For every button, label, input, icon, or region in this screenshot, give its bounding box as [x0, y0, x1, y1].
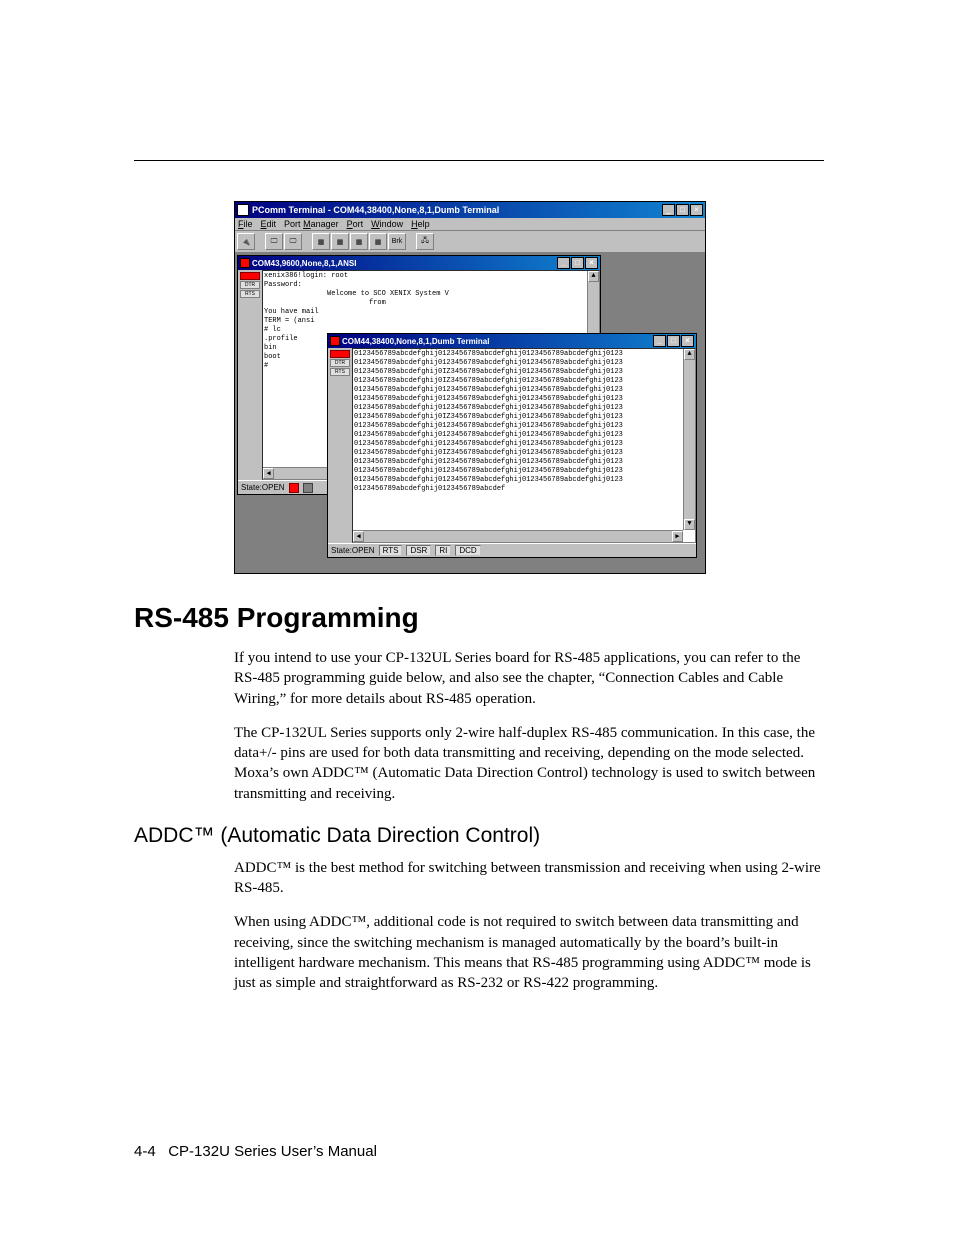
term-line: 0123456789abcdefghij0IZ3456789abcdefghij… [354, 368, 683, 377]
close-icon[interactable]: × [681, 335, 694, 347]
toolbar-btn-brk[interactable]: Brk [388, 233, 406, 250]
win1-titlebar: COM43,9600,None,8,1,ANSI _ □ × [238, 256, 600, 270]
win2-title: COM44,38400,None,8,1,Dumb Terminal [342, 337, 653, 346]
term-line: 0123456789abcdefghij0123456789abcdefghij… [354, 359, 683, 368]
term-line: from [264, 299, 587, 308]
led-red-icon [240, 272, 260, 280]
manual-title: CP-132U Series User’s Manual [168, 1143, 377, 1160]
term-line: 0123456789abcdefghij0123456789abcdefghij… [354, 476, 683, 485]
status-cell: RI [435, 545, 451, 556]
menubar: File Edit Port Manager Port Window Help [235, 218, 705, 231]
scroll-left-icon[interactable]: ◀ [353, 531, 364, 542]
close-icon[interactable]: × [690, 204, 703, 216]
scroll-down-icon[interactable]: ▼ [684, 519, 695, 530]
app-titlebar: PComm Terminal - COM44,38400,None,8,1,Du… [235, 202, 705, 218]
toolbar-btn-5[interactable]: ▦ [331, 233, 349, 250]
term-line: 0123456789abcdefghij0123456789abcdefghij… [354, 431, 683, 440]
paragraph: When using ADDC™, additional code is not… [234, 912, 824, 993]
minimize-icon[interactable]: _ [653, 335, 666, 347]
status-led-icon [303, 483, 313, 493]
win2-titlebar: COM44,38400,None,8,1,Dumb Terminal _ □ × [328, 334, 696, 348]
menu-window[interactable]: Window [371, 219, 403, 229]
heading-rs485: RS-485 Programming [134, 602, 824, 634]
paragraph: The CP-132UL Series supports only 2-wire… [234, 723, 824, 804]
win2-statusbar: State:OPEN RTS DSR RI DCD [328, 543, 696, 557]
led-red-icon [330, 350, 350, 358]
led-rts: RTS [240, 290, 260, 298]
term-line: 0123456789abcdefghij0123456789abcdefghij… [354, 440, 683, 449]
toolbar: 🔌 🖵 🖵 ▦ ▦ ▦ ▦ Brk 🖧 [235, 231, 705, 253]
term-line: 0123456789abcdefghij0IZ3456789abcdefghij… [354, 449, 683, 458]
menu-edit[interactable]: Edit [261, 219, 277, 229]
led-rts: RTS [330, 368, 350, 376]
toolbar-btn-2[interactable]: 🖵 [265, 233, 283, 250]
menu-help[interactable]: Help [411, 219, 430, 229]
term-line: 0123456789abcdefghij0123456789abcdefghij… [354, 395, 683, 404]
heading-addc: ADDC™ (Automatic Data Direction Control) [134, 824, 824, 848]
minimize-icon[interactable]: _ [557, 257, 570, 269]
mdi-workspace: COM43,9600,None,8,1,ANSI _ □ × DTR RTS x… [235, 253, 705, 573]
status-state: State:OPEN [331, 546, 375, 555]
maximize-icon[interactable]: □ [676, 204, 689, 216]
close-icon[interactable]: × [585, 257, 598, 269]
status-cell: DCD [455, 545, 480, 556]
scroll-up-icon[interactable]: ▲ [684, 349, 695, 360]
horizontal-scrollbar[interactable]: ◀▶ [353, 530, 683, 542]
page-number: 4-4 [134, 1143, 156, 1160]
maximize-icon[interactable]: □ [667, 335, 680, 347]
led-dtr: DTR [240, 281, 260, 289]
paragraph: If you intend to use your CP-132UL Serie… [234, 648, 824, 709]
menu-file[interactable]: File [238, 219, 253, 229]
page-footer: 4-4 CP-132U Series User’s Manual [134, 1143, 377, 1160]
menu-port-manager[interactable]: Port Manager [284, 219, 339, 229]
win2-terminal-output[interactable]: 0123456789abcdefghij0123456789abcdefghij… [352, 348, 696, 543]
paragraph: ADDC™ is the best method for switching b… [234, 858, 824, 899]
term-line: 0123456789abcdefghij0123456789abcdef [354, 485, 683, 494]
term-line: Password: [264, 281, 587, 290]
term-line: xenix386!login: root [264, 272, 587, 281]
term-line: 0123456789abcdefghij0123456789abcdefghij… [354, 467, 683, 476]
win1-title: COM43,9600,None,8,1,ANSI [252, 259, 557, 268]
toolbar-btn-3[interactable]: 🖵 [284, 233, 302, 250]
toolbar-btn-4[interactable]: ▦ [312, 233, 330, 250]
toolbar-btn-6[interactable]: ▦ [350, 233, 368, 250]
term-line: Welcome to SCO XENIX System V [264, 290, 587, 299]
term-line: 0123456789abcdefghij0IZ3456789abcdefghij… [354, 413, 683, 422]
minimize-icon[interactable]: _ [662, 204, 675, 216]
term-line: TERM = (ansi [264, 317, 587, 326]
status-state: State:OPEN [241, 483, 285, 492]
term-line: 0123456789abcdefghij0123456789abcdefghij… [354, 404, 683, 413]
term-line: 0123456789abcdefghij0IZ3456789abcdefghij… [354, 377, 683, 386]
app-title: PComm Terminal - COM44,38400,None,8,1,Du… [252, 205, 662, 215]
term-line: 0123456789abcdefghij0123456789abcdefghij… [354, 422, 683, 431]
win1-led-panel: DTR RTS [238, 270, 262, 480]
status-cell: RTS [379, 545, 403, 556]
toolbar-btn-8[interactable]: 🖧 [416, 233, 434, 250]
vertical-scrollbar[interactable]: ▲▼ [683, 349, 695, 530]
terminal-icon [240, 258, 250, 268]
menu-port[interactable]: Port [347, 219, 364, 229]
term-line: 0123456789abcdefghij0123456789abcdefghij… [354, 386, 683, 395]
toolbar-btn-1[interactable]: 🔌 [237, 233, 255, 250]
terminal-icon [330, 336, 340, 346]
toolbar-btn-7[interactable]: ▦ [369, 233, 387, 250]
status-led-icon [289, 483, 299, 493]
scroll-up-icon[interactable]: ▲ [588, 271, 599, 282]
terminal-window-com44[interactable]: COM44,38400,None,8,1,Dumb Terminal _ □ ×… [327, 333, 697, 558]
scroll-right-icon[interactable]: ▶ [672, 531, 683, 542]
app-icon [237, 204, 249, 216]
maximize-icon[interactable]: □ [571, 257, 584, 269]
pcomm-terminal-screenshot: PComm Terminal - COM44,38400,None,8,1,Du… [234, 201, 706, 574]
term-line: 0123456789abcdefghij0123456789abcdefghij… [354, 350, 683, 359]
status-cell: DSR [406, 545, 431, 556]
win2-led-panel: DTR RTS [328, 348, 352, 543]
term-line: 0123456789abcdefghij0123456789abcdefghij… [354, 458, 683, 467]
header-rule [134, 160, 824, 161]
term-line: You have mail [264, 308, 587, 317]
scroll-left-icon[interactable]: ◀ [263, 468, 274, 479]
led-dtr: DTR [330, 359, 350, 367]
